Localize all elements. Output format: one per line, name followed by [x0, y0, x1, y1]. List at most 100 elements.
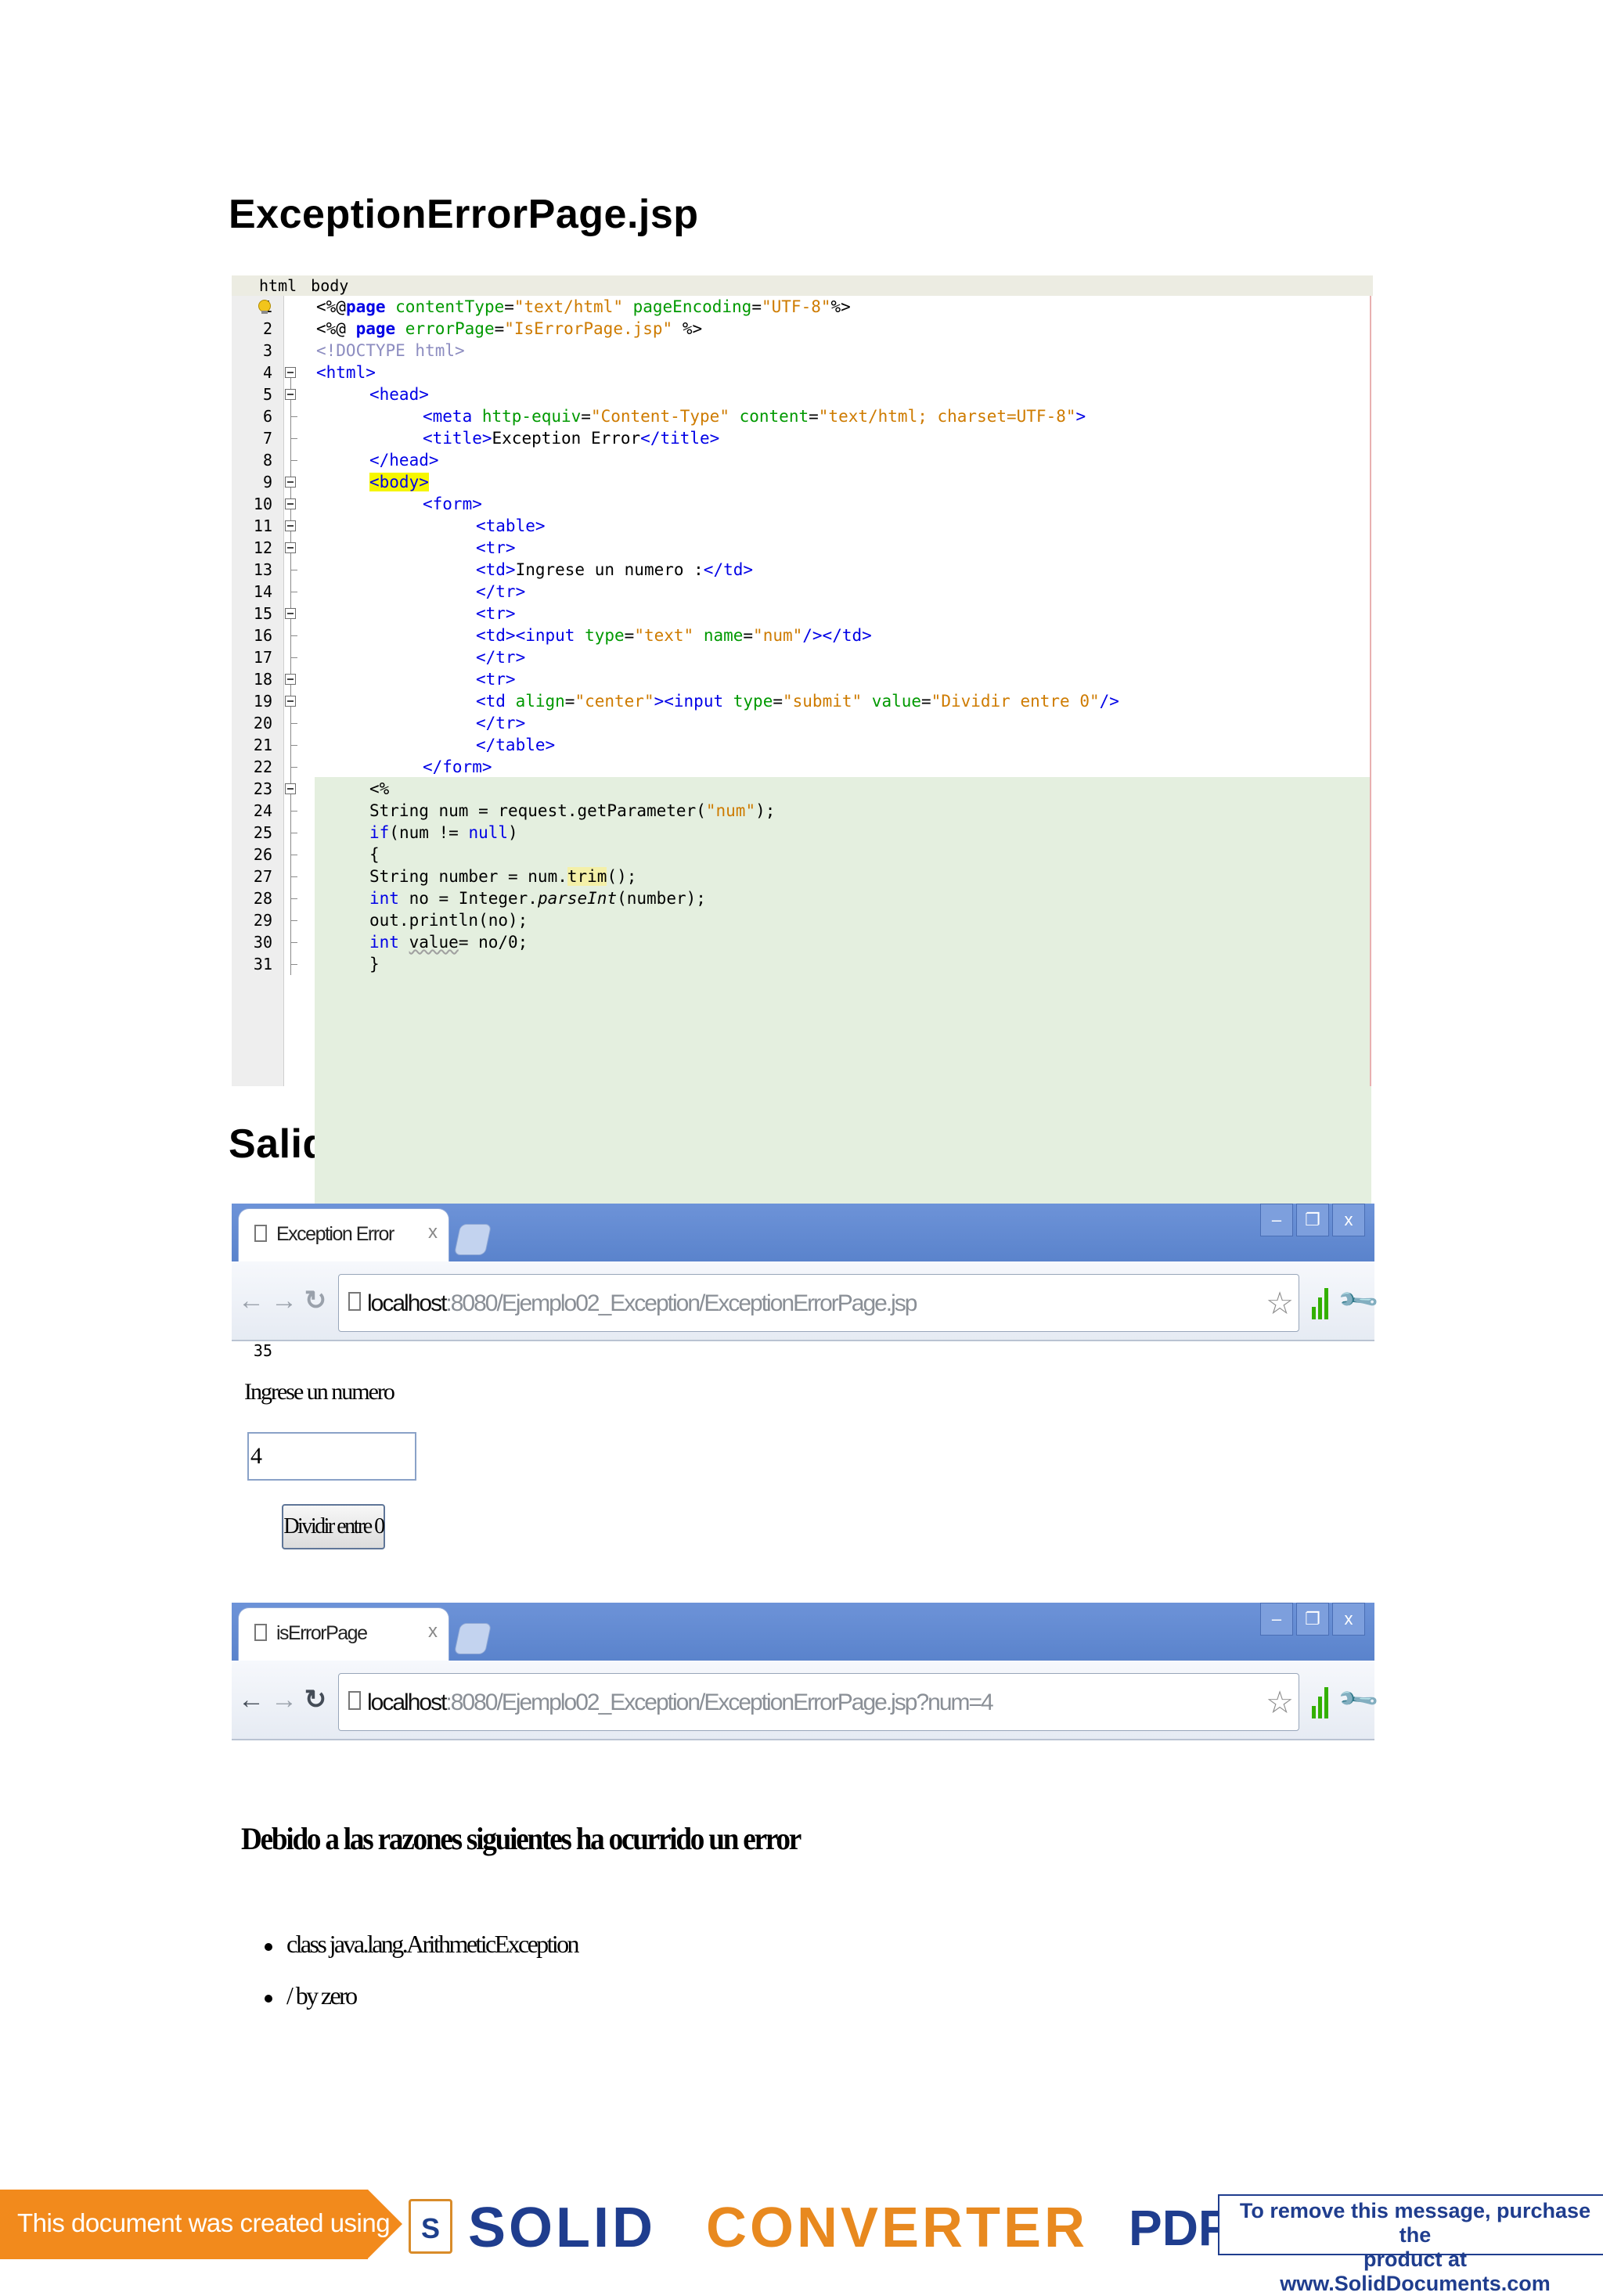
browser-toolbar: ← → ↻ localhost:8080/Ejemplo02_Exception…	[232, 1261, 1381, 1341]
fold-collapse-icon[interactable]	[283, 537, 299, 559]
fold-collapse-icon[interactable]	[283, 493, 299, 515]
browser-tab[interactable]: isErrorPage x	[238, 1607, 449, 1661]
back-arrow-icon[interactable]: ←	[238, 1285, 265, 1316]
code-line: 27 String number = num.trim();	[232, 865, 1373, 887]
code-text: <html>	[316, 363, 376, 382]
fold-guide	[283, 800, 299, 822]
bookmark-star-icon[interactable]: ☆	[1266, 1286, 1294, 1322]
code-text: <tr>	[476, 538, 516, 557]
browser-tab[interactable]: Exception Error x	[238, 1208, 449, 1261]
forward-arrow-icon[interactable]: →	[271, 1684, 297, 1715]
code-text: <%	[369, 779, 390, 798]
fold-collapse-icon[interactable]	[283, 778, 299, 800]
new-tab-button[interactable]	[453, 1623, 492, 1654]
tab-close-icon[interactable]: x	[428, 1222, 438, 1243]
new-tab-button[interactable]	[453, 1224, 492, 1255]
back-arrow-icon[interactable]: ←	[238, 1684, 265, 1715]
fold-guide	[283, 822, 299, 844]
fold-collapse-icon[interactable]	[283, 690, 299, 712]
code-line: 1<%@page contentType="text/html" pageEnc…	[232, 296, 1373, 318]
address-bar[interactable]: localhost:8080/Ejemplo02_Exception/Excep…	[338, 1673, 1299, 1731]
minimize-button[interactable]: –	[1260, 1603, 1293, 1636]
lightbulb-hint-icon[interactable]	[258, 300, 271, 314]
signal-bars-icon[interactable]	[1312, 1288, 1329, 1319]
code-line: 14 </tr>	[232, 581, 1373, 603]
editor-breadcrumb: html body	[232, 275, 1373, 296]
fold-guide	[283, 712, 299, 734]
code-text: <td>Ingrese un numero :</td>	[476, 560, 754, 579]
page-icon	[254, 1225, 267, 1242]
brand-converter: CONVERTER	[706, 2197, 1089, 2259]
line-number: 29	[253, 911, 272, 930]
address-bar[interactable]: localhost:8080/Ejemplo02_Exception/Excep…	[338, 1274, 1299, 1332]
code-line: 10 <form>	[232, 493, 1373, 515]
restore-button[interactable]: ❐	[1296, 1603, 1329, 1636]
code-text: <%@ page errorPage="IsErrorPage.jsp" %>	[316, 319, 703, 338]
code-line: 31}	[232, 953, 1373, 975]
code-text: </tr>	[476, 582, 526, 601]
fold-collapse-icon[interactable]	[283, 515, 299, 537]
code-line: 23 <%	[232, 778, 1373, 800]
code-line: 30 int value= no/0;	[232, 931, 1373, 953]
code-text: {	[369, 845, 380, 864]
wrench-icon[interactable]: 🔧	[1335, 1677, 1381, 1722]
code-text: String number = num.trim();	[369, 867, 637, 886]
code-text: out.println(no);	[369, 911, 528, 930]
line-number: 16	[253, 626, 272, 645]
tab-title: isErrorPage	[276, 1622, 368, 1644]
code-line: 21 </table>	[232, 734, 1373, 756]
tab-close-icon[interactable]: x	[428, 1621, 438, 1643]
purchase-message[interactable]: To remove this message, purchase the prod…	[1235, 2199, 1595, 2296]
fold-guide	[283, 931, 299, 953]
bullet-icon	[265, 1942, 272, 1951]
fold-collapse-icon[interactable]	[283, 383, 299, 405]
code-text: <tr>	[476, 604, 516, 623]
code-line: 29 out.println(no);	[232, 909, 1373, 931]
reload-icon[interactable]: ↻	[304, 1285, 327, 1316]
breadcrumb-item[interactable]: body	[311, 276, 348, 295]
restore-button[interactable]: ❐	[1296, 1204, 1329, 1236]
forward-arrow-icon[interactable]: →	[271, 1285, 297, 1316]
code-text: <!DOCTYPE html>	[316, 341, 465, 360]
fold-guide	[283, 581, 299, 603]
fold-guide	[283, 756, 299, 778]
line-number: 14	[253, 582, 272, 601]
fold-collapse-icon[interactable]	[283, 362, 299, 383]
minimize-button[interactable]: –	[1260, 1204, 1293, 1236]
tab-title: Exception Error	[276, 1223, 394, 1245]
code-text: </head>	[369, 451, 439, 470]
line-number: 30	[253, 933, 272, 952]
fold-guide	[283, 427, 299, 449]
reload-icon[interactable]: ↻	[304, 1684, 327, 1715]
divide-submit-button[interactable]: Dividir entre 0	[282, 1504, 385, 1549]
code-text: <tr>	[476, 670, 516, 689]
bookmark-star-icon[interactable]: ☆	[1266, 1685, 1294, 1721]
brand-solid: SOLID	[468, 2197, 657, 2259]
line-number: 9	[262, 473, 272, 491]
code-text: }	[369, 955, 380, 973]
line-number: 3	[262, 341, 272, 360]
line-number: 27	[253, 867, 272, 886]
fold-guide	[283, 887, 299, 909]
line-number: 13	[253, 560, 272, 579]
fold-collapse-icon[interactable]	[283, 668, 299, 690]
fold-collapse-icon[interactable]	[283, 471, 299, 493]
close-window-button[interactable]: x	[1332, 1204, 1365, 1236]
breadcrumb-item[interactable]: html	[259, 276, 297, 295]
code-text: <table>	[476, 516, 546, 535]
browser-window-error: isErrorPage x – ❐ x ← → ↻ localhost:8080…	[232, 1603, 1381, 1744]
error-list-item: / by zero	[265, 1981, 358, 2010]
fold-collapse-icon[interactable]	[283, 603, 299, 624]
browser-window-form: Exception Error x – ❐ x ← → ↻ localhost:…	[232, 1204, 1381, 1344]
close-window-button[interactable]: x	[1332, 1603, 1365, 1636]
number-input[interactable]: 4	[247, 1432, 416, 1481]
code-line: 28 int no = Integer.parseInt(number);	[232, 887, 1373, 909]
code-line: 18 <tr>	[232, 668, 1373, 690]
code-line: 5 <head>	[232, 383, 1373, 405]
line-number: 21	[253, 736, 272, 754]
code-line: 4 <html>	[232, 362, 1373, 383]
code-line: 13 <td>Ingrese un numero :</td>	[232, 559, 1373, 581]
wrench-icon[interactable]: 🔧	[1335, 1278, 1381, 1323]
signal-bars-icon[interactable]	[1312, 1687, 1329, 1718]
code-line: 7 <title>Exception Error</title>	[232, 427, 1373, 449]
